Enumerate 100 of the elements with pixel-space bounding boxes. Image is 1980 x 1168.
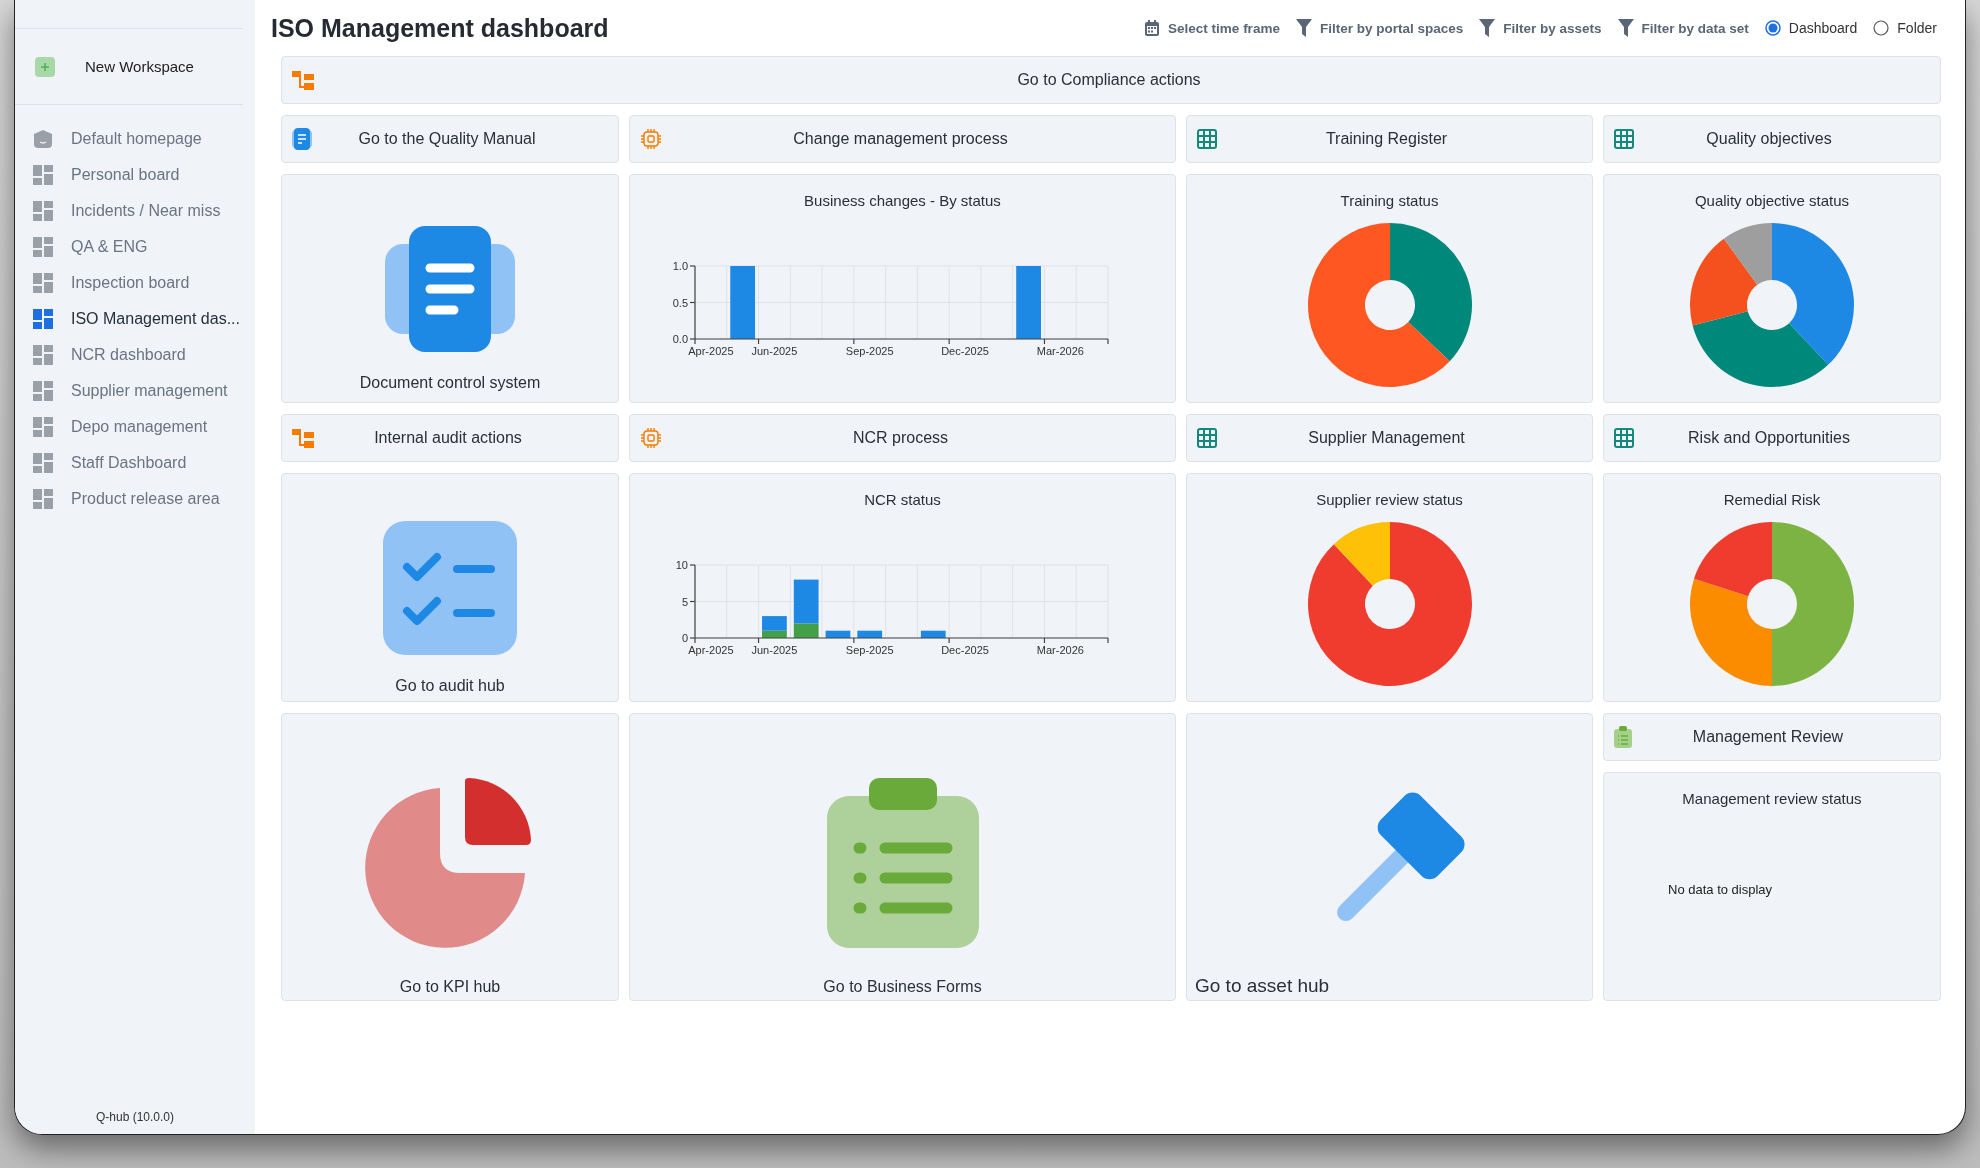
tile-title[interactable]: Go to the Quality Manual xyxy=(312,130,608,148)
dashboard-icon xyxy=(33,201,53,221)
tile-header[interactable]: Training Register xyxy=(1186,115,1593,163)
tile-header[interactable]: Management Review xyxy=(1603,713,1941,761)
document-icon xyxy=(385,225,515,352)
clipboard-icon xyxy=(826,778,979,948)
clipboard-icon xyxy=(1614,726,1632,748)
hub-caption[interactable]: Go to KPI hub xyxy=(399,978,501,996)
radio-button[interactable] xyxy=(1764,20,1781,36)
filter-button[interactable]: Select time frame xyxy=(1144,19,1280,37)
empty-message: No data to display xyxy=(1668,882,1774,897)
hub-card[interactable]: Go to KPI hub xyxy=(281,713,619,1001)
axis-label: 10 xyxy=(675,559,688,571)
document-icon xyxy=(292,128,312,150)
chart-title: Remedial Risk xyxy=(1723,490,1821,510)
hub-card[interactable]: Go to asset hub xyxy=(1186,713,1593,1001)
sidebar-item[interactable]: QA & ENG xyxy=(15,229,255,265)
tile-title[interactable]: Go to Compliance actions xyxy=(314,71,1930,89)
tile-title[interactable]: Training Register xyxy=(1217,130,1582,148)
dashboard-icon xyxy=(33,345,53,365)
filter-button[interactable]: Filter by data set xyxy=(1617,19,1749,37)
version-label: Q-hub (10.0.0) xyxy=(94,1110,175,1126)
axis-label: Dec-2025 xyxy=(941,345,989,357)
tile-title[interactable]: Quality objectives xyxy=(1634,130,1930,148)
tile-title[interactable]: Internal audit actions xyxy=(314,429,608,447)
axis-label: 1.0 xyxy=(672,260,688,272)
table-icon xyxy=(1197,428,1217,448)
home-icon xyxy=(33,129,53,149)
sidebar-item[interactable]: Inspection board xyxy=(15,265,255,301)
page-title: ISO Management dashboard xyxy=(271,13,609,43)
chart-title: Business changes - By status xyxy=(803,191,1002,211)
radio-button[interactable] xyxy=(1873,20,1890,36)
bar xyxy=(920,630,946,638)
chip-icon xyxy=(640,128,662,150)
dashboard-icon xyxy=(33,381,53,401)
hub-caption[interactable]: Go to audit hub xyxy=(395,676,505,695)
hub-card[interactable]: Go to audit hub xyxy=(281,473,619,702)
dashboard-icon xyxy=(33,453,53,473)
dashboard-icon xyxy=(33,165,53,185)
hub-caption[interactable]: Go to asset hub xyxy=(1187,975,1592,997)
chip-icon xyxy=(640,427,662,449)
tile-header[interactable]: Go to the Quality Manual xyxy=(281,115,619,163)
axis-label: Sep-2025 xyxy=(845,345,894,357)
dashboard-icon xyxy=(33,273,53,293)
hierarchy-icon xyxy=(292,70,314,90)
hub-card[interactable]: Go to Business Forms xyxy=(629,713,1176,1001)
chart-title: Management review status xyxy=(1681,789,1863,809)
tile-header[interactable]: Risk and Opportunities xyxy=(1603,414,1941,462)
bar xyxy=(857,630,883,638)
hub-caption[interactable]: Go to Business Forms xyxy=(823,978,982,996)
tile-header[interactable]: NCR process xyxy=(629,414,1176,462)
radio-label[interactable]: Dashboard xyxy=(1788,20,1858,36)
sidebar-item[interactable]: Supplier management xyxy=(15,373,255,409)
hierarchy-icon xyxy=(292,428,314,448)
tile-header[interactable]: Go to Compliance actions xyxy=(281,56,1941,104)
tile-header[interactable]: Change management process xyxy=(629,115,1176,163)
tile-title[interactable]: Management Review xyxy=(1632,728,1930,746)
sidebar-item[interactable]: Incidents / Near miss xyxy=(15,193,255,229)
axis-label: 0.5 xyxy=(672,296,688,309)
table-icon xyxy=(1614,129,1634,149)
tile-title[interactable]: Supplier Management xyxy=(1217,429,1582,447)
plus-icon xyxy=(35,56,55,77)
sidebar-item[interactable]: Personal board xyxy=(15,157,255,193)
hub-card[interactable]: Document control system xyxy=(281,174,619,403)
axis-label: Jun-2025 xyxy=(751,644,798,656)
checklist-icon xyxy=(383,520,517,655)
axis-label: Sep-2025 xyxy=(845,644,894,656)
calendar-icon xyxy=(1144,19,1161,37)
sidebar-item[interactable]: Default homepage xyxy=(15,121,255,157)
tile-title[interactable]: NCR process xyxy=(662,429,1165,447)
dashboard-icon xyxy=(33,417,53,437)
sidebar-item[interactable]: Depo management xyxy=(15,409,255,445)
axis-label: Dec-2025 xyxy=(941,644,989,656)
dashboard-icon xyxy=(33,309,53,329)
table-icon xyxy=(1197,129,1217,149)
tile-header[interactable]: Quality objectives xyxy=(1603,115,1941,163)
sidebar-item[interactable]: Product release area xyxy=(15,481,255,517)
axis-label: Apr-2025 xyxy=(688,644,734,656)
tile-title[interactable]: Risk and Opportunities xyxy=(1634,429,1930,447)
sidebar-item[interactable]: Staff Dashboard xyxy=(15,445,255,481)
filter-button[interactable]: Filter by assets xyxy=(1479,19,1602,37)
filter-icon xyxy=(1617,19,1634,37)
filter-button[interactable]: Filter by portal spaces xyxy=(1295,19,1464,37)
tile-header[interactable]: Supplier Management xyxy=(1186,414,1593,462)
axis-label: Mar-2026 xyxy=(1036,644,1084,656)
hub-caption[interactable]: Document control system xyxy=(359,373,541,392)
axis-label: 0 xyxy=(681,632,688,644)
axis-label: Jun-2025 xyxy=(751,345,798,357)
sidebar-item[interactable]: ISO Management das... xyxy=(15,301,255,337)
chart-title: NCR status xyxy=(863,490,942,510)
new-workspace-button[interactable]: New Workspace xyxy=(15,29,243,105)
tile-header[interactable]: Internal audit actions xyxy=(281,414,619,462)
tile-title[interactable]: Change management process xyxy=(662,130,1165,148)
axis-label: Apr-2025 xyxy=(688,345,734,357)
new-workspace-label: New Workspace xyxy=(85,58,194,75)
radio-label[interactable]: Folder xyxy=(1897,20,1937,36)
dashboard-icon xyxy=(33,489,53,509)
filter-icon xyxy=(1295,19,1312,37)
sidebar-item[interactable]: NCR dashboard xyxy=(15,337,255,373)
chart-title: Supplier review status xyxy=(1316,490,1463,510)
